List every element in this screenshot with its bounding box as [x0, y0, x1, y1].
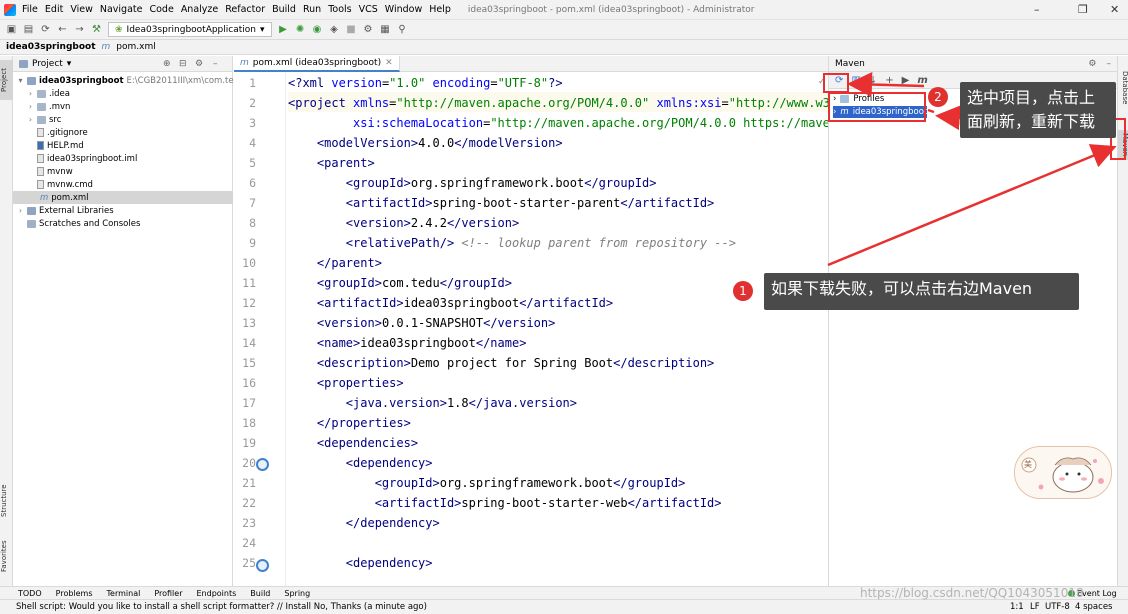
step-badge-2: 2 [928, 87, 948, 107]
annotation-callout-2-line2: 面刷新，重新下载 [967, 112, 1096, 131]
annotation-callout-1: 如果下载失败，可以点击右边Maven [764, 273, 1079, 310]
step-badge-1: 1 [733, 281, 753, 301]
annotation-callout-2-line1: 选中项目，点击上 [967, 88, 1096, 107]
annotation-callout-2: 选中项目，点击上 面刷新，重新下载 [960, 82, 1116, 138]
